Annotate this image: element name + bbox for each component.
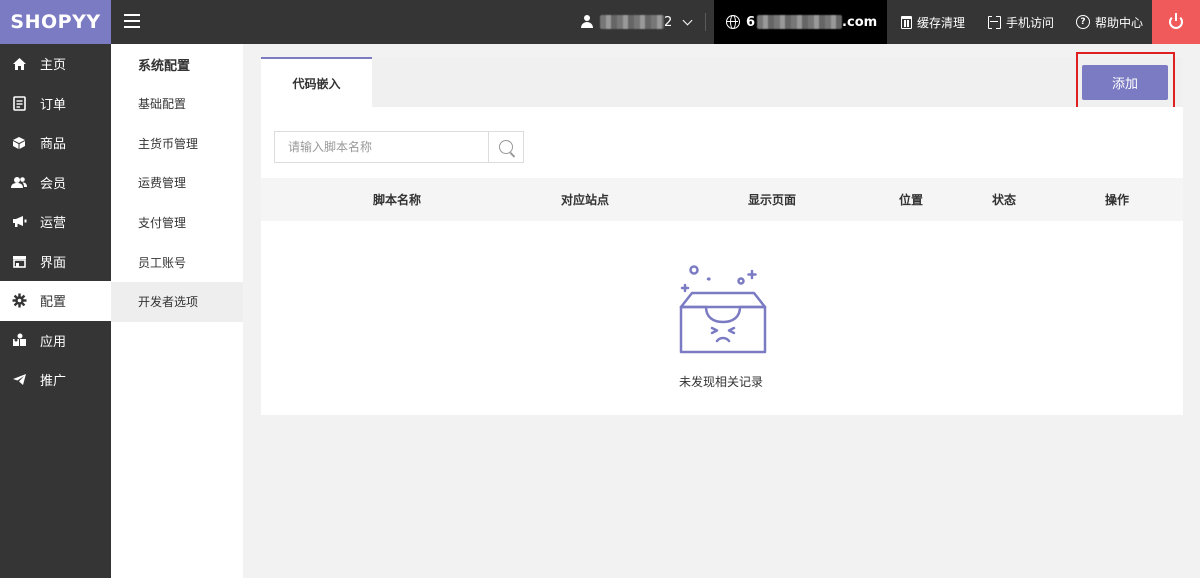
help-icon: ? xyxy=(1076,15,1090,29)
scan-icon xyxy=(988,14,1001,29)
table-header: 脚本名称 对应站点 显示页面 位置 状态 操作 xyxy=(261,178,1183,221)
menu-toggle-icon[interactable] xyxy=(124,14,140,28)
column-header-position: 位置 xyxy=(898,193,923,207)
mobile-visit-label: 手机访问 xyxy=(1006,15,1055,30)
redacted-domain xyxy=(757,15,843,29)
sidebar-item-operations[interactable]: 运营 xyxy=(0,202,111,242)
member-icon xyxy=(11,174,27,190)
store-domain[interactable]: 6 .com xyxy=(714,0,887,44)
sidebar-item-label: 应用 xyxy=(40,334,67,350)
column-header-script-name: 脚本名称 xyxy=(372,193,421,207)
search-icon xyxy=(499,140,513,154)
sidebar-item-promotion[interactable]: 推广 xyxy=(0,360,111,400)
logout-button[interactable] xyxy=(1152,0,1200,44)
submenu-item-currency[interactable]: 主货币管理 xyxy=(111,124,243,164)
cache-clear-button[interactable]: 缓存清理 xyxy=(901,0,965,44)
topbar-divider xyxy=(705,13,706,31)
sidebar-item-config[interactable]: 配置 xyxy=(0,281,111,321)
sidebar-item-label: 运营 xyxy=(40,216,67,232)
empty-state-text: 未发现相关记录 xyxy=(678,375,763,389)
gear-icon xyxy=(11,293,27,309)
submenu-item-developer[interactable]: 开发者选项 xyxy=(111,281,243,322)
help-center-label: 帮助中心 xyxy=(1095,15,1144,30)
add-button[interactable]: 添加 xyxy=(1082,65,1168,100)
column-header-actions: 操作 xyxy=(1104,193,1129,207)
content-panel: 脚本名称 对应站点 显示页面 位置 状态 操作 未发现相关记录 xyxy=(261,107,1183,415)
tab-bar: 代码嵌入 xyxy=(261,57,1183,107)
search-input[interactable] xyxy=(275,132,488,162)
sidebar-item-products[interactable]: 商品 xyxy=(0,123,111,163)
trash-icon xyxy=(901,15,912,29)
chevron-down-icon xyxy=(682,15,693,25)
column-header-site: 对应站点 xyxy=(560,193,609,207)
sidebar-item-home[interactable]: 主页 xyxy=(0,44,111,84)
search-button[interactable] xyxy=(488,132,523,162)
submenu-item-staff[interactable]: 员工账号 xyxy=(111,242,243,282)
column-header-status: 状态 xyxy=(991,193,1016,207)
sidebar-item-label: 会员 xyxy=(40,176,67,192)
megaphone-icon xyxy=(11,214,27,230)
top-bar: SHOPYY 2 6 .com 缓存清理 手机访问 ? 帮助中心 xyxy=(0,0,1200,44)
sidebar-item-label: 推广 xyxy=(40,374,67,390)
submenu-title: 系统配置 xyxy=(138,58,191,74)
submenu-item-payment[interactable]: 支付管理 xyxy=(111,203,243,243)
domain-prefix: 6 xyxy=(746,14,756,30)
help-center-button[interactable]: ? 帮助中心 xyxy=(1076,0,1143,44)
tab-code-embed[interactable]: 代码嵌入 xyxy=(261,57,372,107)
sidebar-item-label: 订单 xyxy=(40,97,67,113)
shopyy-logo[interactable]: SHOPYY xyxy=(0,0,111,44)
user-menu[interactable]: 2 xyxy=(580,0,693,44)
submenu-item-shipping[interactable]: 运费管理 xyxy=(111,163,243,203)
column-header-display-page: 显示页面 xyxy=(747,193,796,207)
user-icon xyxy=(580,15,594,29)
sidebar-item-label: 商品 xyxy=(40,137,67,153)
cache-clear-label: 缓存清理 xyxy=(917,15,966,30)
config-submenu: 系统配置 基础配置 主货币管理 运费管理 支付管理 员工账号 开发者选项 xyxy=(111,44,243,578)
sidebar-item-members[interactable]: 会员 xyxy=(0,163,111,203)
paper-plane-icon xyxy=(11,372,27,388)
storefront-icon xyxy=(11,253,27,269)
mobile-visit-button[interactable]: 手机访问 xyxy=(988,0,1054,44)
main-sidebar: 主页 订单 商品 会员 运营 界面 配置 应用 推广 xyxy=(0,44,111,578)
username-suffix: 2 xyxy=(664,14,673,30)
submenu-item-basic-config[interactable]: 基础配置 xyxy=(111,84,243,124)
sidebar-item-label: 配置 xyxy=(40,295,67,311)
power-icon xyxy=(1169,13,1183,29)
sidebar-item-apps[interactable]: 应用 xyxy=(0,321,111,361)
sidebar-item-label: 界面 xyxy=(40,255,67,271)
globe-icon xyxy=(726,15,740,29)
order-icon xyxy=(11,95,27,111)
sidebar-item-label: 主页 xyxy=(40,58,67,74)
apps-icon xyxy=(11,332,27,348)
product-icon xyxy=(11,135,27,151)
domain-suffix: .com xyxy=(842,14,878,30)
search-box xyxy=(274,131,524,163)
sidebar-item-orders[interactable]: 订单 xyxy=(0,84,111,124)
sidebar-item-interface[interactable]: 界面 xyxy=(0,242,111,282)
redacted-username xyxy=(600,15,664,29)
home-icon xyxy=(11,56,27,72)
